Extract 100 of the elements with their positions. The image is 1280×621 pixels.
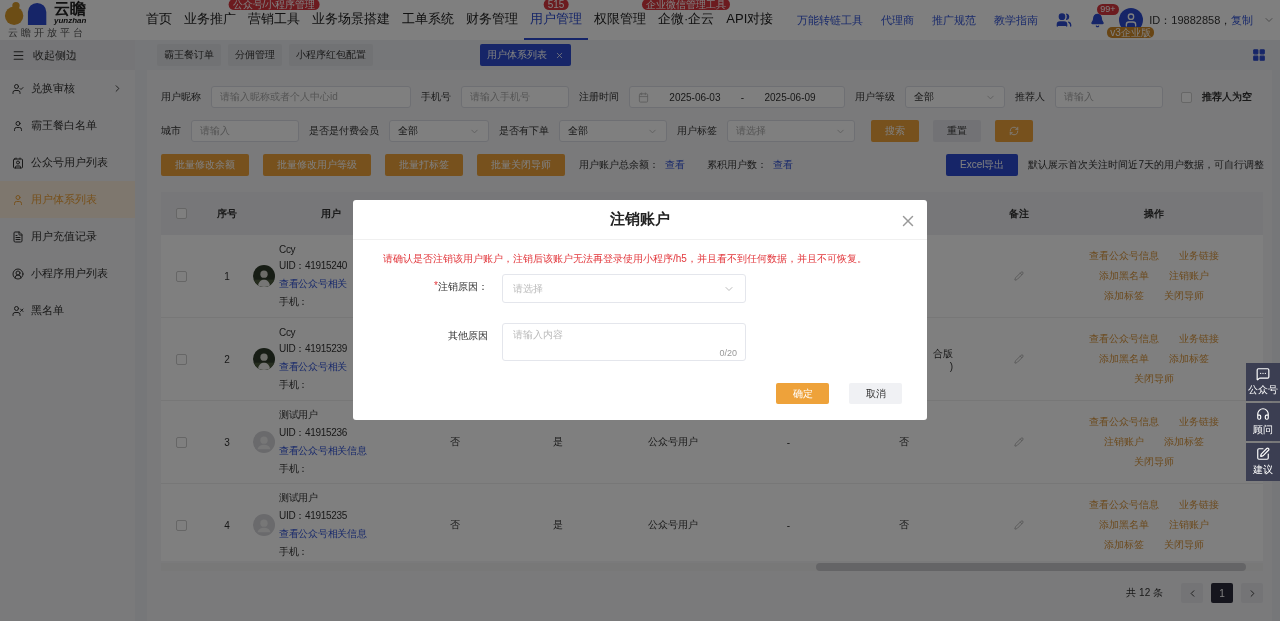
checkbox-label: 推荐人为空	[1202, 90, 1252, 104]
checkbox[interactable]	[175, 353, 187, 365]
cancel-button[interactable]: 取消	[849, 383, 902, 404]
copy-link[interactable]: 复制	[1231, 12, 1254, 28]
nav-item[interactable]: 工单系统	[396, 0, 460, 40]
edit-icon[interactable]	[1013, 354, 1024, 364]
action-link[interactable]: 关闭导师	[1163, 289, 1204, 303]
action-link[interactable]: 关闭导师	[1163, 538, 1204, 552]
sidebar-item[interactable]: 霸王餐白名单	[0, 107, 135, 144]
batch-button[interactable]: 批量修改用户等级	[263, 154, 371, 176]
previous-page-button[interactable]	[1181, 583, 1203, 603]
next-page-button[interactable]	[1241, 583, 1263, 603]
float-tool-button[interactable]: 顾问	[1246, 403, 1280, 441]
action-link[interactable]: 添加黑名单	[1098, 269, 1149, 283]
action-link[interactable]: 添加黑名单	[1098, 518, 1149, 532]
grid-icon[interactable]	[1252, 48, 1266, 62]
checkbox[interactable]	[1181, 91, 1192, 103]
sidebar-item[interactable]: 用户充值记录	[0, 218, 135, 255]
edit-icon[interactable]	[1013, 437, 1024, 447]
action-link[interactable]: 添加标签	[1103, 289, 1144, 303]
account-info-link[interactable]: 查看公众号相关信息	[279, 527, 367, 541]
action-link[interactable]: 业务链接	[1178, 498, 1219, 512]
edit-icon[interactable]	[1013, 271, 1024, 281]
action-link[interactable]: 业务链接	[1178, 249, 1219, 263]
page-tab[interactable]: 小程序红包配置	[289, 44, 373, 66]
sidebar-item[interactable]: 黑名单	[0, 292, 135, 329]
checkbox[interactable]	[175, 208, 187, 219]
users-icon[interactable]	[1056, 12, 1073, 28]
top-link[interactable]: 教学指南	[994, 12, 1039, 28]
action-link[interactable]: 业务链接	[1178, 415, 1219, 429]
text-area[interactable]: 请输入内容 0/20	[502, 323, 746, 361]
logo-subtitle: 云瞻开放平台	[7, 26, 87, 40]
page-tab[interactable]: 霸王餐订单	[157, 44, 221, 66]
float-tool-button[interactable]: 公众号	[1246, 363, 1280, 401]
action-link[interactable]: 注销账户	[1168, 518, 1209, 532]
plan-badge: v3企业版	[1107, 27, 1154, 38]
top-link[interactable]: 推广规范	[932, 12, 977, 28]
field-label: 注销原因：	[438, 280, 488, 294]
account-info-link[interactable]: 查看公众号相关	[279, 276, 348, 291]
action-link[interactable]: 注销账户	[1168, 269, 1209, 283]
page-tab[interactable]: 分佣管理	[228, 44, 282, 66]
account-info-link[interactable]: 查看公众号相关	[279, 359, 348, 374]
batch-button[interactable]: 批量修改余额	[161, 154, 249, 176]
reset-button[interactable]: 重置	[933, 120, 981, 142]
top-link[interactable]: 代理商	[881, 12, 915, 28]
refresh-button[interactable]	[995, 120, 1033, 142]
field-label: 其他原因	[448, 329, 488, 343]
filter-label: 城市	[161, 124, 181, 138]
checkbox[interactable]	[175, 519, 187, 531]
table-cell: 4	[224, 519, 230, 531]
top-link[interactable]: 万能转链工具	[797, 12, 864, 28]
search-button[interactable]: 搜索	[871, 120, 919, 142]
user-phone: 手机：	[279, 545, 310, 559]
chat-icon	[1256, 367, 1270, 381]
excel-export-button[interactable]: Excel导出	[946, 154, 1019, 176]
select-field[interactable]: 全部	[905, 86, 1005, 108]
action-link[interactable]: 添加标签	[1163, 435, 1204, 449]
select-field[interactable]: 全部	[389, 120, 489, 142]
account-info-link[interactable]: 查看公众号相关信息	[279, 444, 367, 458]
action-link[interactable]: 关闭导师	[1133, 455, 1174, 469]
filter-label: 用户标签	[677, 124, 717, 138]
notification-icon[interactable]	[1090, 12, 1106, 28]
select-field[interactable]: 全部	[559, 120, 667, 142]
user-name: Ccy	[279, 326, 297, 338]
table-cell: 否	[450, 518, 460, 532]
batch-button[interactable]: 批量关闭导师	[477, 154, 565, 176]
confirm-button[interactable]: 确定	[776, 383, 829, 404]
checkbox[interactable]	[175, 436, 187, 448]
action-link[interactable]: 查看公众号信息	[1088, 415, 1159, 429]
view-link[interactable]: 查看	[665, 158, 685, 172]
hint-text: 默认展示首次关注时间近7天的用户数据，可自行调整	[1028, 158, 1264, 172]
action-link[interactable]: 查看公众号信息	[1088, 332, 1159, 346]
nav-item[interactable]: 财务管理	[460, 0, 524, 40]
float-tool-button[interactable]: 建议	[1246, 443, 1280, 481]
user-phone: 手机：	[279, 294, 310, 309]
sidebar-item[interactable]: 公众号用户列表	[0, 144, 135, 181]
action-link[interactable]: 业务链接	[1178, 332, 1219, 346]
edit-icon[interactable]	[1013, 520, 1024, 530]
batch-button[interactable]: 批量打标签	[385, 154, 463, 176]
page-tab[interactable]: 用户体系列表	[480, 44, 571, 66]
action-link[interactable]: 查看公众号信息	[1088, 249, 1159, 263]
action-link[interactable]: 查看公众号信息	[1088, 498, 1159, 512]
user-uid: UID：41915236	[279, 426, 349, 440]
checkbox[interactable]	[175, 270, 187, 282]
sidebar-item[interactable]: 兑换审核	[0, 70, 135, 107]
action-link[interactable]: 添加标签	[1168, 352, 1209, 366]
view-link[interactable]: 查看	[773, 158, 793, 172]
action-link[interactable]: 添加黑名单	[1098, 352, 1149, 366]
nav-item[interactable]: 首页	[140, 0, 178, 40]
sidebar-item[interactable]: 小程序用户列表	[0, 255, 135, 292]
collapse-sidebar-button[interactable]: 收起侧边	[0, 40, 135, 70]
date-range-field[interactable]: 2025-06-03 - 2025-06-09	[629, 86, 845, 108]
dialog-title: 注销账户	[610, 210, 670, 229]
page-button[interactable]: 1	[1211, 583, 1233, 603]
select-field[interactable]: 请选择	[502, 274, 746, 303]
close-icon[interactable]	[555, 50, 564, 60]
action-link[interactable]: 关闭导师	[1133, 372, 1174, 386]
action-link[interactable]: 添加标签	[1103, 538, 1144, 552]
action-link[interactable]: 注销账户	[1103, 435, 1144, 449]
filter-label: 推荐人	[1015, 90, 1045, 104]
